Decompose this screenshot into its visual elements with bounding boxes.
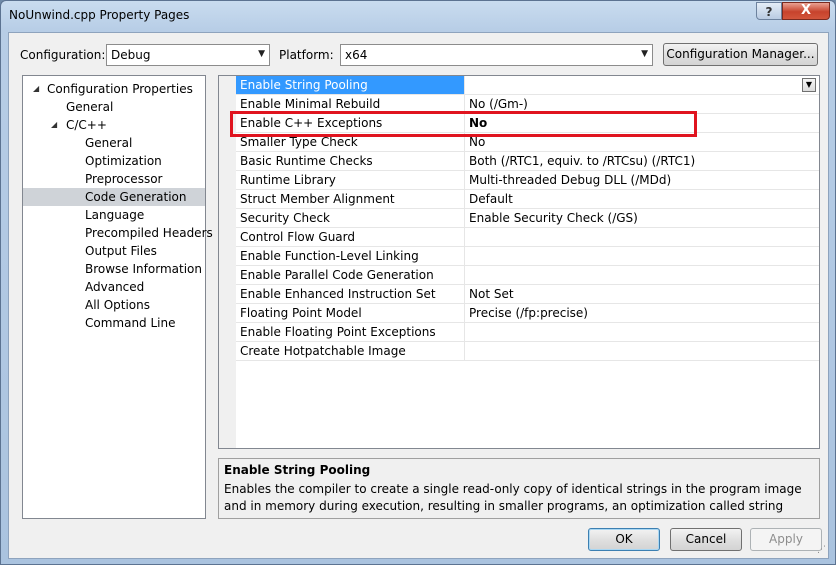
tree-item-label: Precompiled Headers — [85, 226, 213, 240]
expand-toggle-icon[interactable]: ◢ — [33, 80, 39, 98]
tree-item-label: Preprocessor — [85, 172, 163, 186]
tree-item-label: Output Files — [85, 244, 157, 258]
description-panel: Enable String Pooling Enables the compil… — [218, 458, 820, 519]
property-pages-window: NoUnwind.cpp Property Pages ? X Configur… — [0, 0, 836, 565]
property-value[interactable] — [469, 342, 809, 360]
property-row[interactable]: Enable Floating Point Exceptions — [236, 323, 819, 342]
property-value[interactable]: Enable Security Check (/GS) — [469, 209, 809, 227]
tree-item[interactable]: Precompiled Headers — [23, 224, 213, 242]
property-value[interactable]: Precise (/fp:precise) — [469, 304, 809, 322]
close-button[interactable]: X — [782, 2, 830, 20]
tree-item[interactable]: Command Line — [23, 314, 205, 332]
tree-item-label: Optimization — [85, 154, 162, 168]
tree-item-label: Language — [85, 208, 145, 222]
tree-item-label: General — [85, 136, 133, 150]
platform-value: x64 — [345, 48, 368, 62]
property-value[interactable] — [469, 247, 809, 265]
property-name: Basic Runtime Checks — [236, 152, 465, 170]
description-title: Enable String Pooling — [224, 463, 371, 477]
property-row[interactable]: Control Flow Guard — [236, 228, 819, 247]
tree-item-label: Advanced — [85, 280, 145, 294]
configuration-dropdown[interactable]: Debug ▼ — [106, 44, 270, 66]
property-row[interactable]: Struct Member Alignment Default — [236, 190, 819, 209]
chevron-down-icon: ▼ — [641, 49, 648, 59]
tree-item[interactable]: Preprocessor — [23, 170, 205, 188]
tree-item[interactable]: Browse Information — [23, 260, 205, 278]
tree-item-label: Code Generation — [85, 190, 187, 204]
value-dropdown-button[interactable]: ▼ — [802, 78, 816, 92]
property-value[interactable] — [469, 76, 809, 94]
tree-item[interactable]: ◢ C/C++ — [23, 116, 205, 134]
property-value[interactable]: Not Set — [469, 285, 809, 303]
property-value[interactable] — [469, 323, 809, 341]
title-bar[interactable]: NoUnwind.cpp Property Pages ? X — [1, 1, 835, 31]
property-name: Enable Enhanced Instruction Set — [236, 285, 465, 303]
configuration-value: Debug — [111, 48, 151, 62]
property-name: Floating Point Model — [236, 304, 465, 322]
property-value[interactable]: Default — [469, 190, 809, 208]
tree-item-label: General — [66, 100, 114, 114]
tree-item-label: C/C++ — [66, 118, 107, 132]
property-value[interactable] — [469, 266, 809, 284]
cancel-button[interactable]: Cancel — [670, 528, 742, 551]
property-value[interactable]: Multi-threaded Debug DLL (/MDd) — [469, 171, 809, 189]
property-name: Enable String Pooling — [236, 76, 465, 94]
property-row[interactable]: Security Check Enable Security Check (/GS… — [236, 209, 819, 228]
tree-item[interactable]: Optimization — [23, 152, 205, 170]
property-value[interactable]: Both (/RTC1, equiv. to /RTCsu) (/RTC1) — [469, 152, 809, 170]
property-name: Control Flow Guard — [236, 228, 465, 246]
annotation-highlight-box — [230, 111, 697, 137]
property-row[interactable]: Enable Parallel Code Generation — [236, 266, 819, 285]
platform-label: Platform: — [279, 48, 334, 62]
tree-item-label: Browse Information — [85, 262, 202, 276]
property-row[interactable]: Create Hotpatchable Image — [236, 342, 819, 361]
tree-item[interactable]: General — [23, 98, 205, 116]
tree-item[interactable]: Output Files — [23, 242, 205, 260]
configuration-label: Configuration: — [20, 48, 106, 62]
tree-item[interactable]: ◢ Configuration Properties — [23, 80, 205, 98]
platform-dropdown[interactable]: x64 ▼ — [340, 44, 653, 66]
configuration-manager-button[interactable]: Configuration Manager... — [663, 43, 818, 66]
resize-grip-icon[interactable]: ⋰ — [814, 544, 826, 556]
tree-item-label: Configuration Properties — [47, 82, 193, 96]
tree-item[interactable]: General — [23, 134, 205, 152]
tree-item[interactable]: Language — [23, 206, 205, 224]
tree-item[interactable]: Advanced — [23, 278, 205, 296]
property-row[interactable]: Floating Point Model Precise (/fp:precise… — [236, 304, 819, 323]
help-button[interactable]: ? — [756, 2, 782, 20]
dialog-client-area: Configuration: Debug ▼ Platform: x64 ▼ C… — [8, 32, 829, 559]
chevron-down-icon: ▼ — [805, 80, 813, 89]
property-tree[interactable]: ◢ Configuration Properties General ◢ C/C++ Ge… — [22, 75, 213, 519]
tree-item[interactable]: Code Generation — [23, 188, 205, 206]
expand-toggle-icon[interactable]: ◢ — [51, 116, 57, 134]
chevron-down-icon: ▼ — [258, 49, 265, 59]
window-title: NoUnwind.cpp Property Pages — [9, 8, 190, 22]
property-name: Enable Parallel Code Generation — [236, 266, 465, 284]
property-name: Enable Floating Point Exceptions — [236, 323, 465, 341]
tree-item-label: All Options — [85, 298, 150, 312]
property-row[interactable]: Enable Enhanced Instruction Set Not Set — [236, 285, 819, 304]
property-name: Runtime Library — [236, 171, 465, 189]
tree-item[interactable]: All Options — [23, 296, 205, 314]
property-name: Struct Member Alignment — [236, 190, 465, 208]
tree-item-label: Command Line — [85, 316, 176, 330]
property-name: Security Check — [236, 209, 465, 227]
property-row[interactable]: Basic Runtime Checks Both (/RTC1, equiv. … — [236, 152, 819, 171]
property-row[interactable]: Enable String Pooling ▼ — [236, 76, 819, 95]
property-name: Create Hotpatchable Image — [236, 342, 465, 360]
property-value[interactable] — [469, 228, 809, 246]
property-row[interactable]: Runtime Library Multi-threaded Debug DLL … — [236, 171, 819, 190]
property-name: Enable Function-Level Linking — [236, 247, 465, 265]
ok-button[interactable]: OK — [588, 528, 660, 551]
property-row[interactable]: Enable Function-Level Linking — [236, 247, 819, 266]
apply-button[interactable]: Apply — [750, 528, 822, 551]
description-text: Enables the compiler to create a single … — [224, 482, 802, 513]
